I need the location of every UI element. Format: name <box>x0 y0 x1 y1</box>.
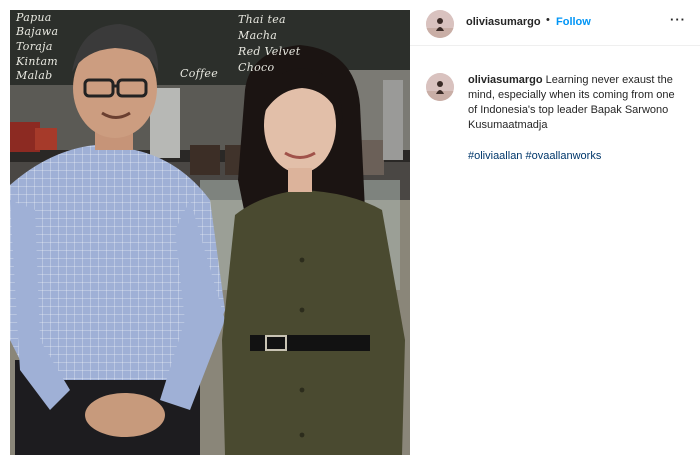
menu-board-line: Coffee <box>180 67 219 80</box>
more-options-icon[interactable]: ··· <box>670 12 686 27</box>
menu-board-line: Papua <box>16 11 52 24</box>
menu-board-line: Toraja <box>16 40 53 53</box>
hashtag-list: #oliviaallan #ovaallanworks <box>468 150 601 162</box>
hashtag-link[interactable]: #ovaallanworks <box>526 150 602 162</box>
profile-avatar[interactable] <box>426 10 454 38</box>
caption-username[interactable]: oliviasumargo <box>468 74 543 86</box>
post-photo[interactable]: Papua Bajawa Toraja Kintam Malab Thai te… <box>10 10 410 455</box>
menu-board-line: Red Velvet <box>238 45 301 58</box>
menu-board-line: Choco <box>238 61 275 74</box>
header-username[interactable]: oliviasumargo <box>466 16 541 28</box>
menu-board-line: Macha <box>238 29 278 42</box>
menu-board-line: Thai tea <box>238 13 286 26</box>
avatar-image <box>426 73 454 101</box>
post-header: oliviasumargo • Follow ··· <box>410 0 700 46</box>
follow-button[interactable]: Follow <box>556 16 591 28</box>
hashtag-link[interactable]: #oliviaallan <box>468 150 522 162</box>
caption-avatar[interactable] <box>426 73 454 101</box>
post-side-panel: oliviasumargo • Follow ··· oliviasumargo… <box>410 0 700 465</box>
header-separator: • <box>546 14 550 26</box>
instagram-post-frame: Papua Bajawa Toraja Kintam Malab Thai te… <box>0 0 700 465</box>
menu-board-line: Kintam <box>16 55 59 68</box>
menu-board-line: Malab <box>16 69 53 82</box>
avatar-image <box>426 10 454 38</box>
caption-text-block: oliviasumargo Learning never exaust the … <box>468 73 686 133</box>
menu-board-line: Bajawa <box>16 25 59 38</box>
